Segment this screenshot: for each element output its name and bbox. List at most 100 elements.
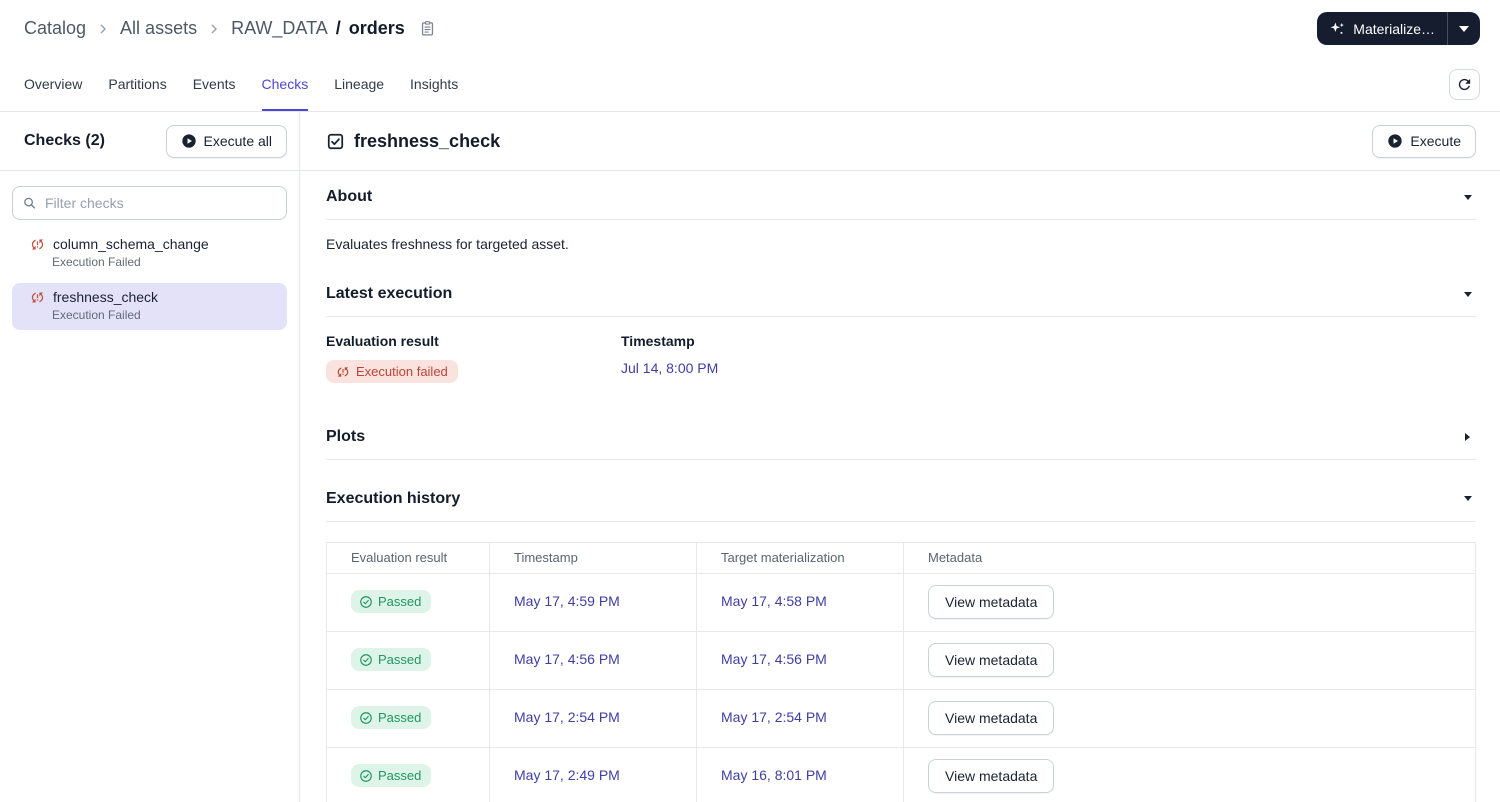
check-status: Execution Failed (52, 255, 141, 269)
body: Checks (2) Execute all Filter checks col… (0, 112, 1500, 802)
chevron-right-icon (96, 22, 110, 36)
latest-execution-title: Latest execution (326, 285, 453, 302)
timestamp-field: Timestamp Jul 14, 8:00 PM (621, 333, 718, 384)
execute-label: Execute (1410, 133, 1461, 149)
target-materialization-link[interactable]: May 16, 8:01 PM (721, 767, 827, 783)
caret-down-icon (1459, 25, 1469, 32)
tab-partitions[interactable]: Partitions (108, 57, 166, 111)
execution-failed-icon (30, 237, 45, 252)
check-item-row: freshness_check (30, 289, 277, 305)
breadcrumb-all-assets[interactable]: All assets (120, 18, 197, 39)
plots-section-header[interactable]: Plots (326, 408, 1476, 460)
check-status: Execution Failed (52, 308, 141, 322)
check-name: freshness_check (53, 289, 159, 305)
refresh-button[interactable] (1449, 68, 1480, 100)
execution-failed-badge: Execution failed (326, 360, 458, 383)
filter-checks-input[interactable] (12, 186, 287, 220)
about-title: About (326, 188, 373, 205)
check-list: column_schema_change Execution Failed fr… (0, 230, 299, 330)
execution-timestamp-link[interactable]: May 17, 4:59 PM (514, 593, 620, 609)
tab-insights[interactable]: Insights (410, 57, 458, 111)
asset-key-separator: / (335, 18, 341, 38)
view-metadata-button[interactable]: View metadata (928, 643, 1055, 677)
tab-lineage[interactable]: Lineage (334, 57, 384, 111)
copy-asset-key-icon[interactable] (419, 19, 436, 38)
execution-failed-icon (336, 365, 350, 379)
target-materialization-link[interactable]: May 17, 4:56 PM (721, 651, 827, 667)
latest-execution-section-header[interactable]: Latest execution (326, 261, 1476, 317)
execute-all-button[interactable]: Execute all (165, 124, 287, 158)
execution-history-section-header[interactable]: Execution history (326, 460, 1476, 522)
breadcrumb-catalog[interactable]: Catalog (24, 18, 86, 39)
check-list-item-freshness-check[interactable]: freshness_check Execution Failed (12, 283, 287, 330)
passed-badge: Passed (351, 648, 432, 672)
col-header-target-materialization: Target materialization (696, 541, 904, 574)
check-title: freshness_check (354, 130, 501, 151)
execute-button[interactable]: Execute (1372, 124, 1476, 158)
passed-badge: Passed (351, 706, 432, 730)
passed-badge-label: Passed (378, 594, 422, 610)
check-list-item-column-schema-change[interactable]: column_schema_change Execution Failed (12, 230, 287, 277)
asset-check-icon (326, 132, 345, 151)
view-metadata-button[interactable]: View metadata (928, 759, 1055, 793)
checks-sidebar: Checks (2) Execute all Filter checks col… (0, 112, 300, 802)
caret-right-icon[interactable] (1465, 432, 1470, 441)
asset-tabs-bar: Overview Partitions Events Checks Lineag… (0, 57, 1500, 112)
timestamp-label: Timestamp (621, 333, 695, 349)
execution-timestamp-link[interactable]: May 17, 2:54 PM (514, 709, 620, 725)
table-row: Passed May 17, 4:56 PM May 17, 4:56 PM V… (326, 630, 1476, 690)
check-title-wrap: freshness_check (326, 131, 500, 152)
execution-failed-badge-label: Execution failed (356, 364, 448, 379)
checks-sidebar-header: Checks (2) Execute all (0, 112, 299, 171)
sparkle-icon (1329, 20, 1346, 37)
table-row: Passed May 17, 2:49 PM May 16, 8:01 PM V… (326, 746, 1476, 802)
caret-down-icon[interactable] (1464, 496, 1472, 501)
target-materialization-link[interactable]: May 17, 2:54 PM (721, 709, 827, 725)
about-section-header[interactable]: About (326, 171, 1476, 220)
asset-key-name[interactable]: orders (349, 18, 405, 39)
execution-timestamp-link[interactable]: May 17, 2:49 PM (514, 767, 620, 783)
check-name: column_schema_change (53, 236, 209, 252)
check-circle-icon (359, 595, 373, 609)
asset-key: RAW_DATA / orders (231, 18, 405, 39)
filter-checks-field (12, 186, 287, 220)
materialize-button-label: Materialize… (1353, 20, 1435, 37)
materialize-button[interactable]: Materialize… (1317, 12, 1447, 45)
checks-count-title: Checks (2) (24, 132, 105, 149)
execute-all-label: Execute all (203, 133, 272, 149)
materialize-dropdown-button[interactable] (1448, 12, 1480, 45)
asset-checks-page: Catalog All assets RAW_DATA / orders Mat… (0, 0, 1500, 802)
check-circle-icon (359, 711, 373, 725)
play-circle-icon (1387, 133, 1403, 149)
materialize-split-button: Materialize… (1317, 12, 1480, 45)
table-row: Passed May 17, 4:59 PM May 17, 4:58 PM V… (326, 572, 1476, 632)
col-header-evaluation-result: Evaluation result (326, 541, 490, 574)
col-header-timestamp: Timestamp (489, 541, 697, 574)
check-item-row: column_schema_change (30, 236, 277, 252)
evaluation-result-label: Evaluation result (326, 333, 439, 349)
tab-overview[interactable]: Overview (24, 57, 82, 111)
refresh-icon (1458, 78, 1471, 90)
view-metadata-button[interactable]: View metadata (928, 701, 1055, 735)
passed-badge-label: Passed (378, 652, 422, 668)
breadcrumb: Catalog All assets RAW_DATA / orders (24, 18, 436, 39)
table-header-row: Evaluation result Timestamp Target mater… (326, 541, 1476, 574)
view-metadata-button[interactable]: View metadata (928, 585, 1055, 619)
plots-title: Plots (326, 427, 366, 445)
execution-failed-icon (30, 290, 45, 305)
top-bar: Catalog All assets RAW_DATA / orders Mat… (0, 0, 1500, 57)
col-header-metadata: Metadata (903, 541, 1476, 574)
caret-down-icon[interactable] (1464, 194, 1472, 200)
tab-checks[interactable]: Checks (261, 57, 309, 111)
latest-timestamp-link[interactable]: Jul 14, 8:00 PM (621, 360, 718, 376)
check-detail-panel: freshness_check Execute About Evaluates … (300, 112, 1500, 802)
asset-key-prefix[interactable]: RAW_DATA (231, 18, 328, 39)
caret-down-icon[interactable] (1464, 291, 1472, 297)
evaluation-result-field: Evaluation result Execution failed (326, 333, 621, 384)
play-circle-icon (181, 133, 197, 149)
execution-timestamp-link[interactable]: May 17, 4:56 PM (514, 651, 620, 667)
check-circle-icon (359, 653, 373, 667)
tab-events[interactable]: Events (193, 57, 236, 111)
target-materialization-link[interactable]: May 17, 4:58 PM (721, 593, 827, 609)
table-row: Passed May 17, 2:54 PM May 17, 2:54 PM V… (326, 688, 1476, 748)
